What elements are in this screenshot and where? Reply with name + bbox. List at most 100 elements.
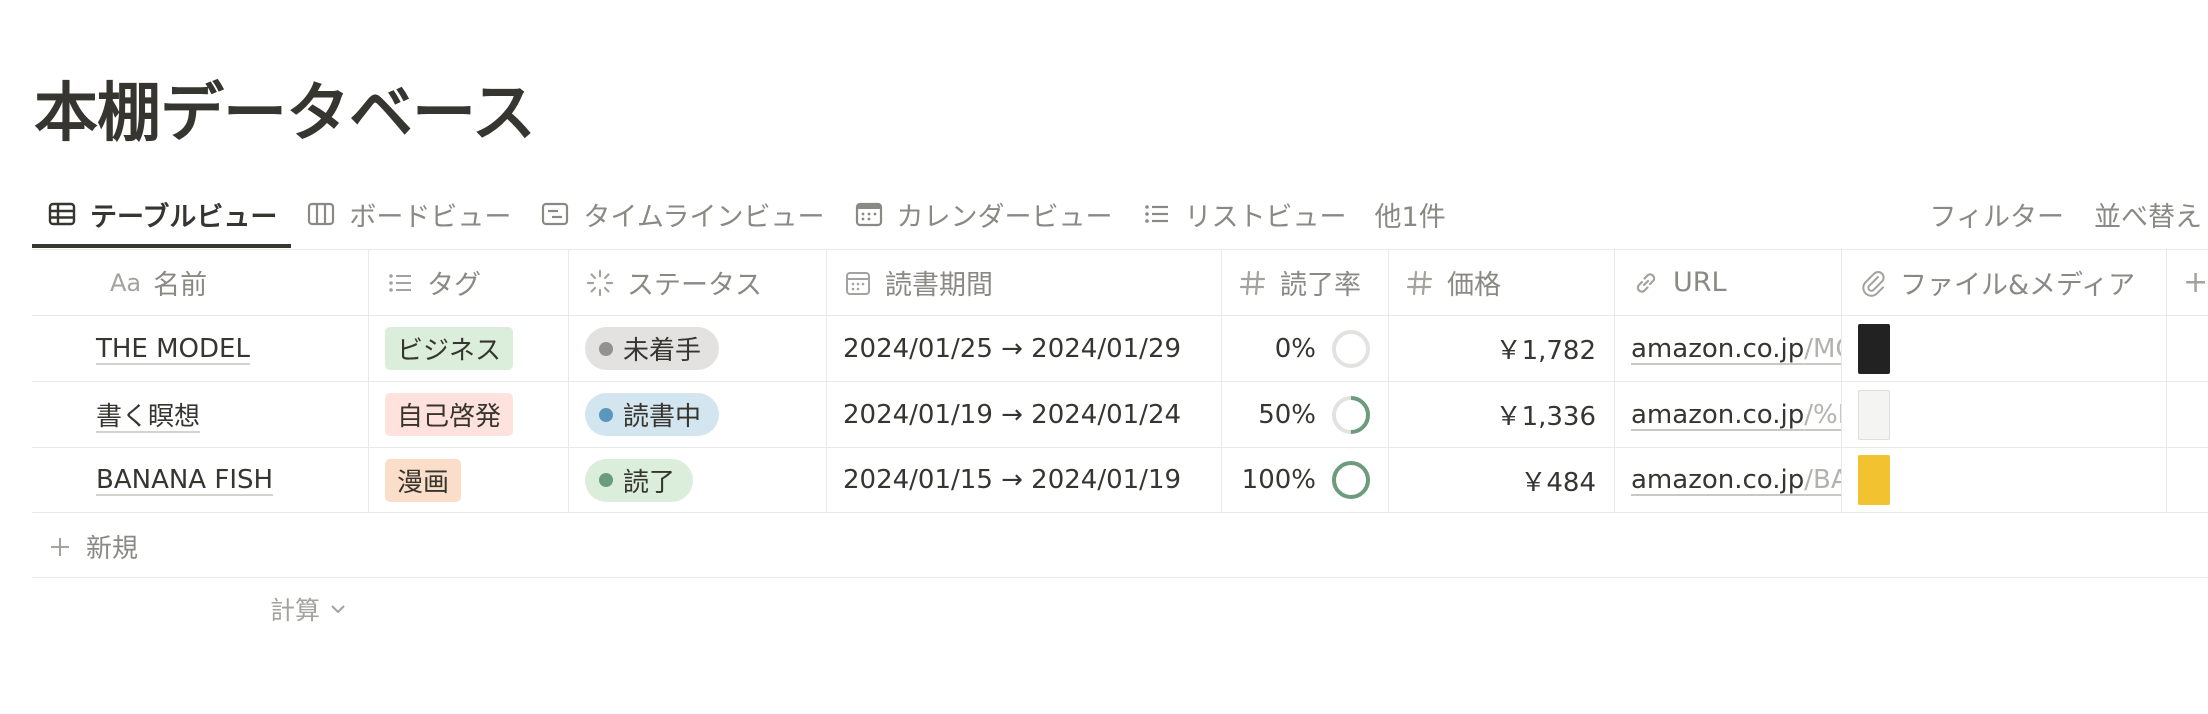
table-row[interactable]: THE MODEL ビジネス 未着手 2024/01/25 → 2024/01/… xyxy=(32,315,2208,381)
url-domain: amazon.co.jp xyxy=(1631,399,1805,430)
period-cell[interactable]: 2024/01/19 → 2024/01/24 xyxy=(827,382,1222,447)
column-header-files[interactable]: ファイル&メディア xyxy=(1842,250,2167,315)
url-domain: amazon.co.jp xyxy=(1631,333,1805,364)
table-row[interactable]: 書く瞑想 自己啓発 読書中 2024/01/19 → 2024/01/24 50… xyxy=(32,381,2208,447)
column-header-tag[interactable]: タグ xyxy=(369,250,569,315)
name-cell[interactable]: THE MODEL xyxy=(32,316,369,381)
url-cell[interactable]: amazon.co.jp/MO xyxy=(1615,316,1842,381)
tab-calendar-view[interactable]: カレンダービュー xyxy=(839,180,1127,248)
list-icon xyxy=(1141,198,1173,230)
empty-cell xyxy=(2167,382,2208,447)
column-header-label: 読書期間 xyxy=(885,270,993,301)
tab-label: テーブルビュー xyxy=(90,201,278,233)
tab-label: ボードビュー xyxy=(349,201,512,233)
column-header-price[interactable]: 価格 xyxy=(1389,250,1615,315)
row-title[interactable]: THE MODEL xyxy=(96,334,250,364)
database-table: Aa 名前 タグ ステータス 読書期間 読了率 価格 URL ファイル&メディア… xyxy=(32,249,2208,513)
tag-cell[interactable]: 自己啓発 xyxy=(369,382,569,447)
tab-timeline-view[interactable]: タイムラインビュー xyxy=(525,180,838,248)
page-title: 本棚データベース xyxy=(34,77,536,151)
tab-board-view[interactable]: ボードビュー xyxy=(291,180,525,248)
url-link[interactable]: amazon.co.jp/BA xyxy=(1631,465,1841,495)
period-cell[interactable]: 2024/01/15 → 2024/01/19 xyxy=(827,448,1222,512)
name-cell[interactable]: BANANA FISH xyxy=(32,448,369,512)
link-icon xyxy=(1636,272,1656,293)
price-cell[interactable]: ￥1,782 xyxy=(1389,316,1615,381)
row-title[interactable]: BANANA FISH xyxy=(96,465,273,495)
name-cell[interactable]: 書く瞑想 xyxy=(32,382,369,447)
rate-text: 50% xyxy=(1258,399,1316,430)
table-row[interactable]: BANANA FISH 漫画 読了 2024/01/15 → 2024/01/1… xyxy=(32,447,2208,513)
column-header-label: 読了率 xyxy=(1280,270,1361,301)
price-text: ￥484 xyxy=(1520,467,1596,498)
book-cover-thumbnail[interactable] xyxy=(1858,389,1890,440)
add-new-row-button[interactable]: 新規 xyxy=(32,516,2208,578)
empty-cell xyxy=(2167,316,2208,381)
number-icon xyxy=(1239,270,1266,295)
price-cell[interactable]: ￥1,336 xyxy=(1389,382,1615,447)
status-cell[interactable]: 読書中 xyxy=(569,382,827,447)
calendar-icon xyxy=(846,271,870,295)
url-cell[interactable]: amazon.co.jp/%E xyxy=(1615,382,1842,447)
tab-list-view[interactable]: リストビュー xyxy=(1127,180,1361,248)
status-cell[interactable]: 読了 xyxy=(569,448,827,512)
price-text: ￥1,782 xyxy=(1495,336,1596,366)
status-pill: 未着手 xyxy=(585,327,720,370)
url-link[interactable]: amazon.co.jp/%E xyxy=(1631,399,1841,430)
add-property-button[interactable]: + xyxy=(2167,250,2208,315)
book-cover-thumbnail[interactable] xyxy=(1858,323,1890,374)
status-cell[interactable]: 未着手 xyxy=(569,316,827,381)
url-cell[interactable]: amazon.co.jp/BA xyxy=(1615,448,1842,512)
column-header-label: 価格 xyxy=(1447,270,1501,301)
plus-icon xyxy=(51,537,69,556)
rate-text: 100% xyxy=(1241,465,1316,495)
column-header-name[interactable]: Aa 名前 xyxy=(32,250,369,315)
rate-cell[interactable]: 0% xyxy=(1222,316,1389,381)
files-cell[interactable] xyxy=(1842,448,2167,512)
more-views-button[interactable]: 他1件 xyxy=(1361,180,1460,248)
rate-cell[interactable]: 50% xyxy=(1222,382,1389,447)
column-header-rate[interactable]: 読了率 xyxy=(1222,250,1389,315)
status-dot xyxy=(599,407,613,422)
calculate-button[interactable]: 計算 xyxy=(270,588,348,630)
column-header-url[interactable]: URL xyxy=(1615,250,1842,315)
column-header-label: ステータス xyxy=(627,270,762,301)
view-tabs-bar: テーブルビュー ボードビュー タイムラインビュー カレンダービュー リストビュー xyxy=(32,180,2208,248)
price-text: ￥1,336 xyxy=(1495,402,1596,432)
tag-cell[interactable]: 漫画 xyxy=(369,448,569,512)
url-path: /BA xyxy=(1804,465,1841,495)
calc-label: 計算 xyxy=(270,596,321,625)
status-pill: 読了 xyxy=(585,458,694,502)
board-icon xyxy=(305,198,337,230)
calendar-icon xyxy=(853,198,885,230)
table-header-row: Aa 名前 タグ ステータス 読書期間 読了率 価格 URL ファイル&メディア… xyxy=(32,249,2208,315)
tab-label: カレンダービュー xyxy=(896,201,1113,233)
column-header-label: 名前 xyxy=(153,270,208,301)
files-cell[interactable] xyxy=(1842,382,2167,447)
filter-button[interactable]: フィルター xyxy=(1930,195,2064,234)
rate-cell[interactable]: 100% xyxy=(1222,448,1389,512)
column-header-status[interactable]: ステータス xyxy=(569,250,827,315)
url-link[interactable]: amazon.co.jp/MO xyxy=(1631,333,1841,364)
column-header-period[interactable]: 読書期間 xyxy=(827,250,1222,315)
status-label: 未着手 xyxy=(623,336,702,366)
number-icon xyxy=(1406,270,1433,295)
status-dot xyxy=(599,473,613,487)
period-cell[interactable]: 2024/01/25 → 2024/01/29 xyxy=(827,316,1222,381)
tab-table-view[interactable]: テーブルビュー xyxy=(32,180,292,248)
multi-select-icon xyxy=(389,273,411,292)
tab-label: タイムラインビュー xyxy=(583,201,825,233)
tag-pill: 漫画 xyxy=(385,458,462,502)
price-cell[interactable]: ￥484 xyxy=(1389,448,1615,512)
timeline-icon xyxy=(539,198,571,230)
progress-ring xyxy=(1330,328,1372,370)
row-title[interactable]: 書く瞑想 xyxy=(96,396,200,433)
sort-button[interactable]: 並べ替え xyxy=(2094,195,2202,234)
files-cell[interactable] xyxy=(1842,316,2167,381)
column-header-label: ファイル&メディア xyxy=(1900,270,2136,301)
column-header-label: タグ xyxy=(427,270,481,301)
status-dot xyxy=(599,341,613,356)
tag-cell[interactable]: ビジネス xyxy=(369,316,569,381)
paperclip-icon xyxy=(1862,270,1885,297)
book-cover-thumbnail[interactable] xyxy=(1858,455,1890,505)
